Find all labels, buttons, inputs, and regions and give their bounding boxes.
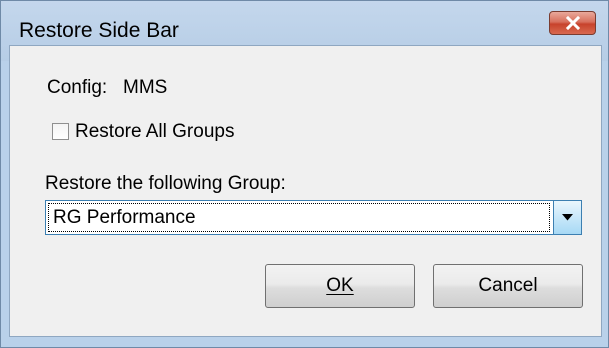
ok-button-label: OK — [326, 275, 354, 296]
restore-all-groups-label[interactable]: Restore All Groups — [75, 121, 234, 143]
window-title: Restore Side Bar — [19, 19, 179, 42]
restore-all-groups-checkbox[interactable] — [52, 123, 69, 140]
group-dropdown-value[interactable]: RG Performance — [48, 203, 550, 232]
restore-side-bar-dialog: Restore Side Bar Config: MMS Restore All… — [0, 0, 609, 348]
close-icon — [565, 16, 581, 30]
config-value: MMS — [123, 77, 168, 98]
close-button[interactable] — [549, 11, 596, 35]
cancel-button[interactable]: Cancel — [433, 264, 583, 308]
dropdown-button[interactable] — [553, 201, 581, 234]
group-select-label: Restore the following Group: — [45, 173, 286, 194]
ok-button[interactable]: OK — [265, 264, 415, 308]
cancel-button-label: Cancel — [478, 275, 538, 296]
chevron-down-icon — [562, 214, 573, 221]
config-label: Config: — [47, 77, 108, 98]
group-dropdown[interactable]: RG Performance — [45, 200, 582, 235]
